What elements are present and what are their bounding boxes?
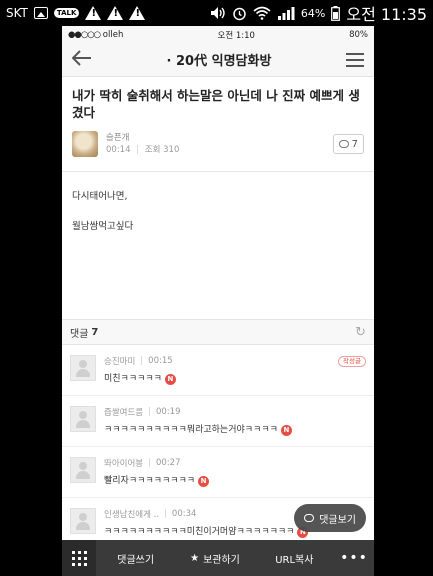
bookmark-button[interactable]: ★ 보관하기 bbox=[175, 551, 254, 566]
signal-icon bbox=[277, 6, 295, 20]
post-views: 조회 310 bbox=[144, 145, 180, 155]
comment-avatar[interactable] bbox=[70, 508, 96, 534]
post-time: 00:14 bbox=[106, 145, 131, 155]
author-avatar[interactable] bbox=[72, 131, 98, 157]
comment-count: 7 bbox=[351, 138, 358, 150]
os-battery-level: 64% bbox=[300, 6, 326, 20]
kakaotalk-icon: TALK bbox=[53, 8, 80, 18]
grid-icon bbox=[71, 550, 87, 566]
comment-avatar[interactable] bbox=[70, 355, 96, 381]
alarm-icon bbox=[232, 6, 247, 21]
ios-battery: 80% bbox=[349, 29, 368, 40]
comment-item: 즙쌀여드름 | 00:19 ㅋㅋㅋㅋㅋㅋㅋㅋㅋㅋ뭐라고하는거야ㅋㅋㅋㅋ N bbox=[62, 396, 374, 447]
hamburger-icon[interactable] bbox=[345, 52, 364, 67]
post-meta: 슬픈개 00:14 | 조회 310 7 bbox=[72, 129, 364, 159]
arrow-left-icon[interactable] bbox=[71, 49, 92, 70]
view-comments-button[interactable]: 댓글보기 bbox=[294, 504, 366, 532]
write-comment-label: 댓글쓰기 bbox=[117, 554, 155, 566]
comment-text: ㅋㅋㅋㅋㅋㅋㅋㅋㅋㅋ미친이거머얌ㅋㅋㅋㅋㅋㅋㅋ bbox=[104, 527, 295, 537]
speech-bubble-icon bbox=[304, 514, 315, 522]
new-badge: N bbox=[280, 424, 292, 436]
comment-text: 빨리자ㅋㅋㅋㅋㅋㅋㅋㅋ bbox=[104, 476, 196, 486]
comment-text: ㅋㅋㅋㅋㅋㅋㅋㅋㅋㅋ뭐라고하는거야ㅋㅋㅋㅋ bbox=[104, 425, 278, 435]
post-header: 내가 딱히 술취해서 하는말은 아닌데 나 진짜 예쁘게 생겼다 슬픈개 00:… bbox=[62, 77, 374, 159]
new-badge: N bbox=[164, 373, 176, 385]
post-body: 다시태어나면, 월남쌈먹고싶다 bbox=[62, 172, 374, 319]
warning-icon bbox=[107, 6, 124, 20]
grid-menu-button[interactable] bbox=[62, 540, 96, 576]
ios-signal: ●●○○○ bbox=[68, 29, 101, 40]
comment-author[interactable]: 즙쌀여드름 bbox=[104, 406, 143, 418]
refresh-icon[interactable]: ↻ bbox=[355, 325, 366, 340]
comment-time: 00:15 bbox=[148, 356, 173, 366]
post-author[interactable]: 슬픈개 bbox=[106, 132, 179, 144]
comment-count-button[interactable]: 7 bbox=[332, 134, 364, 154]
comment-author[interactable]: 똬아이어봉 bbox=[104, 457, 143, 469]
copy-url-label: URL복사 bbox=[275, 554, 314, 566]
comment-time: 00:27 bbox=[155, 458, 181, 468]
ios-clock: 오전 1:10 bbox=[217, 30, 255, 41]
os-clock: 오전 11:35 bbox=[346, 5, 427, 24]
new-badge: N bbox=[198, 475, 210, 487]
gallery-icon bbox=[33, 7, 48, 19]
more-button[interactable]: ••• bbox=[334, 550, 374, 566]
comment-text: 미친ㅋㅋㅋㅋㅋ bbox=[104, 374, 162, 384]
nav-bar: · 20代 익명담화방 bbox=[62, 43, 374, 77]
app-screen: ●●○○○ olleh 오전 1:10 80% · 20代 익명담화방 내가 딱… bbox=[62, 26, 374, 576]
page-title: · 20代 익명담화방 bbox=[166, 54, 272, 69]
ios-carrier: olleh bbox=[102, 29, 124, 40]
comment-avatar[interactable] bbox=[70, 457, 96, 483]
comment-avatar[interactable] bbox=[70, 406, 96, 432]
view-comments-label: 댓글보기 bbox=[319, 514, 356, 526]
battery-icon bbox=[331, 5, 341, 21]
speech-bubble-icon bbox=[338, 140, 349, 148]
copy-url-button[interactable]: URL복사 bbox=[255, 551, 334, 566]
write-comment-button[interactable]: 댓글쓰기 bbox=[96, 551, 175, 566]
comments-label: 댓글 bbox=[70, 328, 89, 340]
post-title: 내가 딱히 술취해서 하는말은 아닌데 나 진짜 예쁘게 생겼다 bbox=[72, 88, 360, 120]
comments-count: 7 bbox=[91, 326, 99, 338]
bookmark-label: 보관하기 bbox=[203, 554, 240, 566]
author-badge: 작성글 bbox=[338, 355, 366, 367]
wifi-icon bbox=[253, 6, 271, 20]
os-carrier: SKT bbox=[6, 6, 28, 20]
ios-status-bar: ●●○○○ olleh 오전 1:10 80% bbox=[62, 26, 374, 43]
root: SKT TALK 64% 오전 11:35 bbox=[0, 0, 433, 576]
star-icon: ★ bbox=[190, 552, 200, 564]
comment-author[interactable]: 인생남친에게 .. bbox=[104, 508, 159, 520]
comment-item: 똬아이어봉 | 00:27 빨리자ㅋㅋㅋㅋㅋㅋㅋㅋ N bbox=[62, 447, 374, 498]
bottom-toolbar: 댓글쓰기 ★ 보관하기 URL복사 ••• bbox=[62, 540, 374, 576]
warning-icon bbox=[129, 6, 146, 20]
warning-icon bbox=[85, 6, 102, 20]
comments-header: 댓글 7 ↻ bbox=[62, 319, 374, 345]
comment-time: 00:19 bbox=[155, 407, 181, 417]
volume-icon bbox=[210, 6, 226, 20]
post-body-line: 다시태어나면, bbox=[72, 191, 128, 202]
comment-time: 00:34 bbox=[171, 509, 197, 519]
post-body-line: 월남쌈먹고싶다 bbox=[72, 221, 134, 232]
os-status-bar: SKT TALK 64% 오전 11:35 bbox=[0, 0, 433, 26]
comment-item: 승진마미 | 00:15 작성글 미친ㅋㅋㅋㅋㅋ N bbox=[62, 345, 374, 396]
comment-author[interactable]: 승진마미 bbox=[104, 355, 135, 367]
